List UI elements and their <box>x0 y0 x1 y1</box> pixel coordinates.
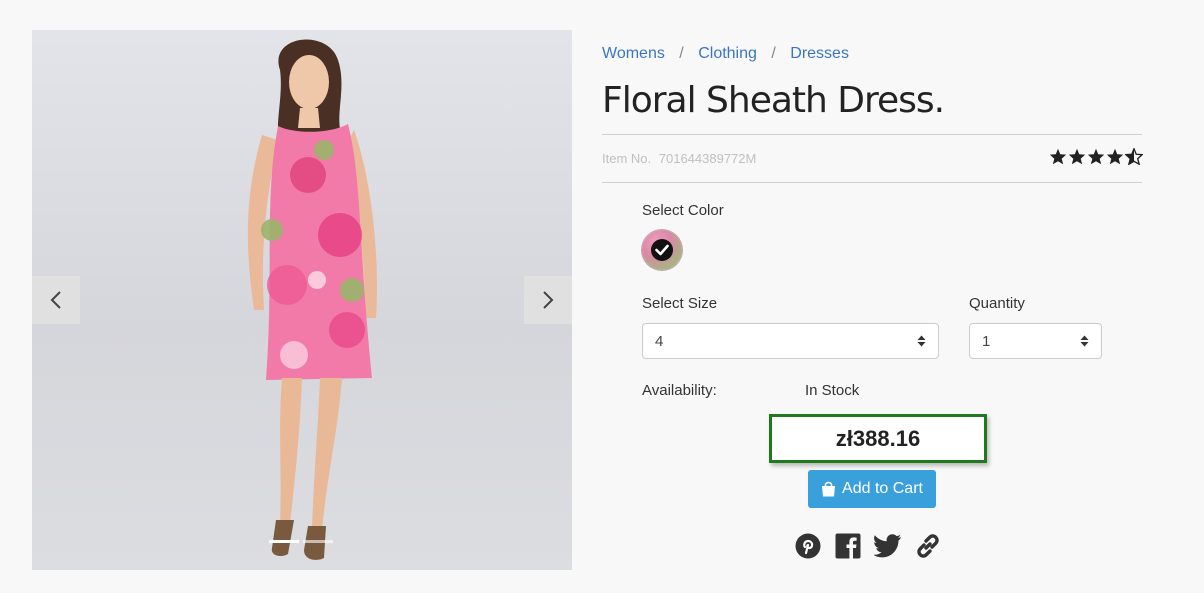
add-to-cart-label: Add to Cart <box>842 480 923 497</box>
pinterest-icon[interactable] <box>794 532 822 560</box>
product-image-carousel[interactable] <box>32 30 572 570</box>
star-half-icon <box>1125 148 1143 165</box>
breadcrumb-womens[interactable]: Womens <box>602 45 665 62</box>
quantity-label: Quantity <box>969 295 1025 312</box>
carousel-indicator[interactable] <box>269 540 299 543</box>
check-icon <box>651 239 673 261</box>
product-photo <box>247 39 378 560</box>
quantity-select-value: 1 <box>982 332 991 350</box>
star-icon <box>1106 148 1124 165</box>
divider <box>602 182 1142 183</box>
color-swatch-selected[interactable] <box>642 230 682 270</box>
carousel-indicator[interactable] <box>303 540 333 543</box>
breadcrumb-clothing[interactable]: Clothing <box>698 45 757 62</box>
availability-status: In Stock <box>805 382 860 399</box>
product-rating <box>1049 148 1143 165</box>
product-price: zł388.16 <box>769 414 987 463</box>
carousel-indicators <box>269 540 333 543</box>
add-to-cart-button[interactable]: Add to Cart <box>808 470 936 508</box>
star-icon <box>1049 148 1067 165</box>
quantity-select[interactable]: 1 <box>969 323 1102 359</box>
twitter-icon[interactable] <box>874 532 902 560</box>
divider <box>602 134 1142 135</box>
carousel-prev-button[interactable] <box>32 276 80 324</box>
link-icon[interactable] <box>914 532 942 560</box>
size-select[interactable]: 4 <box>642 323 939 359</box>
size-label: Select Size <box>642 295 718 312</box>
item-number-label: Item No. <box>602 151 652 166</box>
item-number-value: 701644389772M <box>658 151 757 166</box>
product-title: Floral Sheath Dress. <box>602 80 945 121</box>
star-icon <box>1087 148 1105 165</box>
facebook-icon[interactable] <box>834 532 862 560</box>
carousel-next-button[interactable] <box>524 276 572 324</box>
breadcrumb-dresses[interactable]: Dresses <box>790 45 849 62</box>
size-select-value: 4 <box>655 332 664 350</box>
breadcrumb: Womens / Clothing / Dresses <box>602 45 849 63</box>
breadcrumb-separator: / <box>679 45 684 62</box>
availability-label: Availability: <box>642 382 717 399</box>
item-number: Item No. 701644389772M <box>602 151 756 166</box>
color-label: Select Color <box>642 202 724 219</box>
shopping-bag-icon <box>822 481 836 497</box>
select-arrows-icon <box>1080 335 1089 347</box>
select-arrows-icon <box>917 335 926 347</box>
chevron-left-icon <box>50 291 61 309</box>
star-icon <box>1068 148 1086 165</box>
social-share <box>794 532 942 560</box>
breadcrumb-separator: / <box>771 45 776 62</box>
chevron-right-icon <box>543 291 554 309</box>
